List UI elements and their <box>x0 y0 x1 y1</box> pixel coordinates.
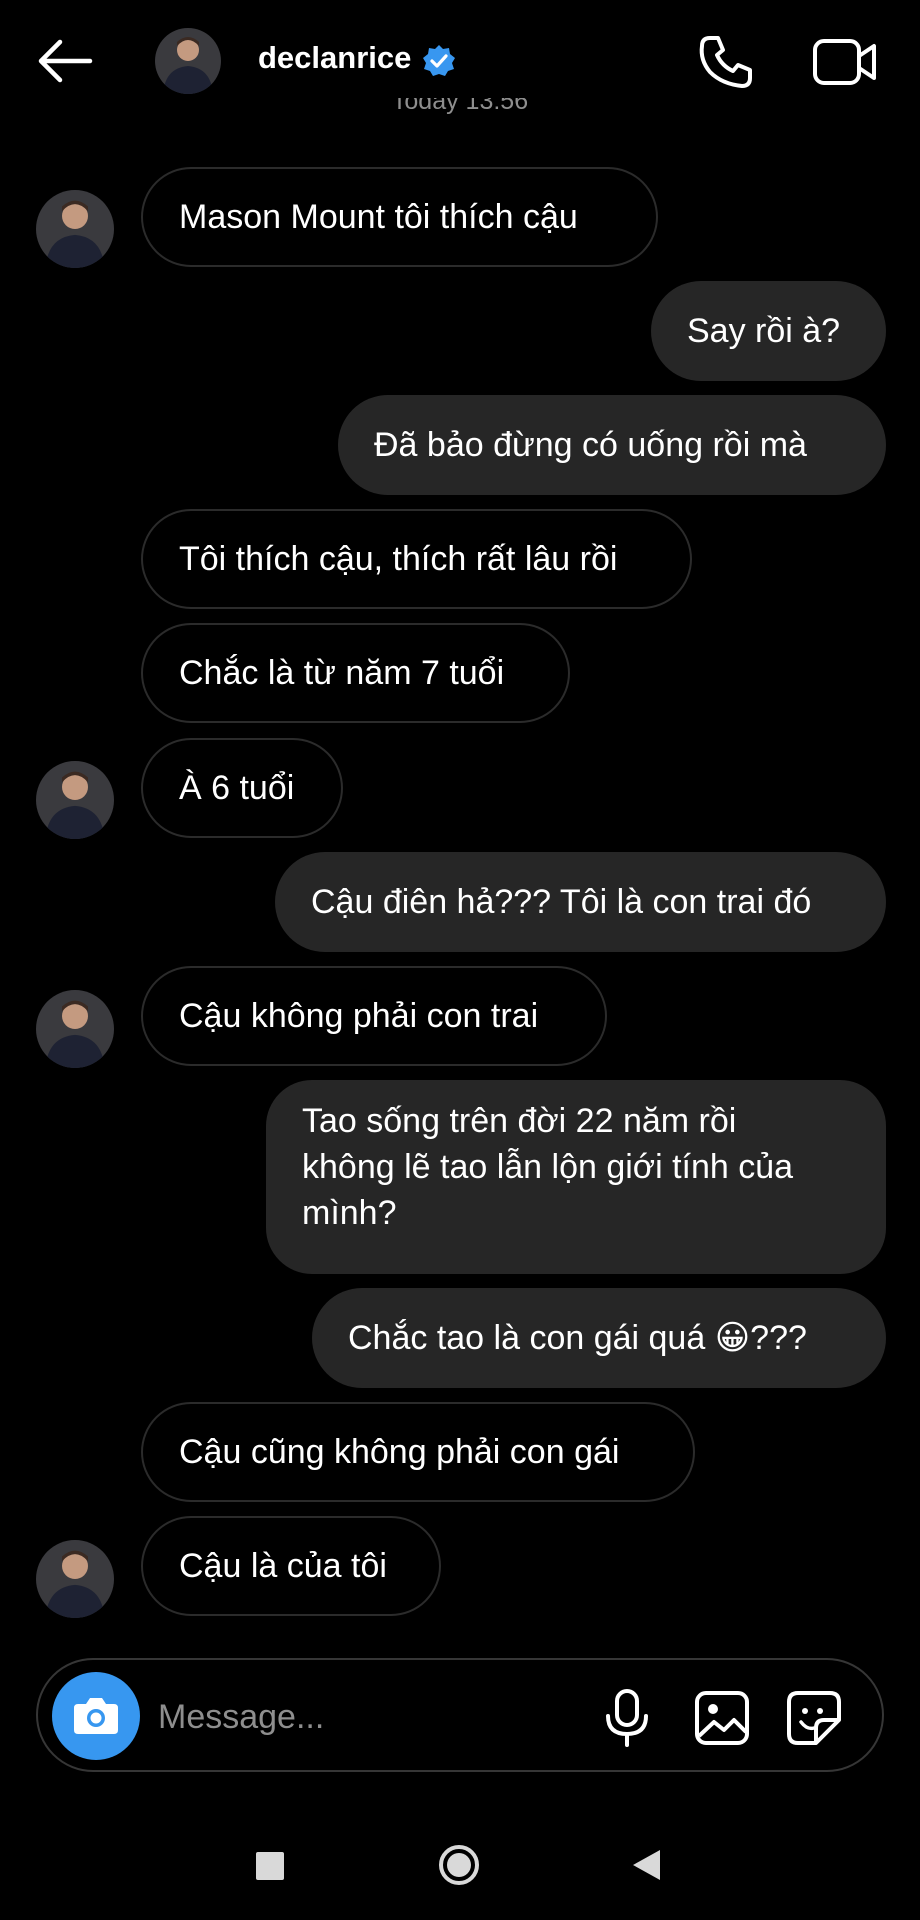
back-button[interactable] <box>36 38 94 84</box>
message-input[interactable] <box>158 1690 578 1744</box>
gallery-button[interactable] <box>694 1690 750 1746</box>
message-bubble-outgoing[interactable]: Đã bảo đừng có uống rồi mà <box>338 395 886 495</box>
message-bubble-incoming[interactable]: Mason Mount tôi thích cậu <box>141 167 658 267</box>
microphone-icon <box>606 1689 648 1747</box>
message-bubble-incoming[interactable]: Tôi thích cậu, thích rất lâu rồi <box>141 509 692 609</box>
audio-call-button[interactable] <box>696 32 756 92</box>
sender-avatar[interactable] <box>36 990 114 1068</box>
message-bubble-incoming[interactable]: Chắc là từ năm 7 tuổi <box>141 623 570 723</box>
message-bubble-incoming[interactable]: À 6 tuổi <box>141 738 343 838</box>
message-bubble-incoming[interactable]: Cậu cũng không phải con gái <box>141 1402 695 1502</box>
dm-thread-screen: declanrice Today 13:56 Mason Mount tôi t… <box>0 0 920 1920</box>
sender-avatar[interactable] <box>36 190 114 268</box>
voice-message-button[interactable] <box>602 1688 652 1748</box>
message-composer <box>36 1658 884 1772</box>
sticker-button[interactable] <box>786 1690 842 1746</box>
triangle-back-icon <box>633 1850 660 1880</box>
verified-badge-icon <box>423 45 455 76</box>
message-bubble-incoming[interactable]: Cậu là của tôi <box>141 1516 441 1616</box>
arrow-left-icon <box>38 39 93 83</box>
sticker-icon <box>787 1691 841 1745</box>
header-avatar[interactable] <box>155 28 221 94</box>
home-circle-icon <box>439 1845 479 1885</box>
camera-icon <box>74 1698 118 1734</box>
grinning-face-emoji: 😀 <box>714 1319 751 1357</box>
system-back-button[interactable] <box>630 1848 662 1882</box>
message-bubble-incoming[interactable]: Cậu không phải con trai <box>141 966 607 1066</box>
message-bubble-outgoing[interactable]: Tao sống trên đời 22 năm rồi không lẽ ta… <box>266 1080 886 1274</box>
sender-avatar[interactable] <box>36 1540 114 1618</box>
message-bubble-outgoing[interactable]: Chắc tao là con gái quá 😀??? <box>312 1288 886 1388</box>
phone-icon <box>699 36 752 88</box>
message-timestamp: Today 13:56 <box>391 98 529 115</box>
camera-button[interactable] <box>52 1672 140 1760</box>
image-icon <box>695 1691 749 1745</box>
home-button[interactable] <box>437 1843 481 1887</box>
recent-apps-button[interactable] <box>256 1852 284 1880</box>
message-bubble-outgoing[interactable]: Cậu điên hả??? Tôi là con trai đó <box>275 852 886 952</box>
video-call-button[interactable] <box>812 36 878 88</box>
thread-username[interactable]: declanrice <box>258 40 411 76</box>
video-camera-icon <box>813 39 876 85</box>
sender-avatar[interactable] <box>36 761 114 839</box>
message-bubble-outgoing[interactable]: Say rồi à? <box>651 281 886 381</box>
